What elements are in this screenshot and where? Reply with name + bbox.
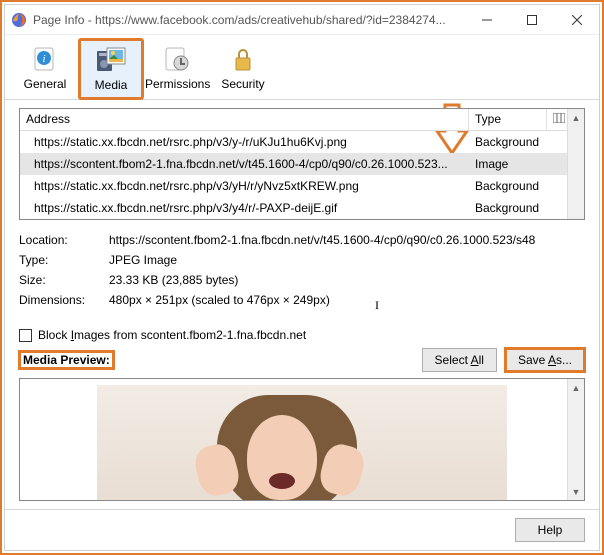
general-icon: i xyxy=(13,43,77,75)
close-button[interactable] xyxy=(554,5,599,35)
firefox-icon xyxy=(11,12,27,28)
tab-media[interactable]: Media xyxy=(79,39,143,99)
type-value: JPEG Image xyxy=(109,253,585,267)
media-table[interactable]: Address Type https://static.xx.fbcdn.net… xyxy=(19,108,585,220)
permissions-icon xyxy=(145,43,209,75)
cell-type: Background xyxy=(469,135,547,149)
dimensions-label: Dimensions: xyxy=(19,293,109,307)
preview-scrollbar[interactable]: ▲ ▼ xyxy=(567,379,584,500)
security-lock-icon xyxy=(211,43,275,75)
tab-general[interactable]: i General xyxy=(13,39,77,99)
table-row[interactable]: https://static.xx.fbcdn.net/rsrc.php/v3/… xyxy=(20,175,567,197)
svg-text:i: i xyxy=(42,53,45,65)
location-value: https://scontent.fbom2-1.fna.fbcdn.net/v… xyxy=(109,233,585,247)
window-title: Page Info - https://www.facebook.com/ads… xyxy=(33,13,464,27)
help-button[interactable]: Help xyxy=(515,518,585,542)
titlebar[interactable]: Page Info - https://www.facebook.com/ads… xyxy=(5,5,599,35)
dialog-footer: Help xyxy=(5,509,599,550)
table-scrollbar[interactable]: ▲ xyxy=(567,109,584,219)
location-label: Location: xyxy=(19,233,109,247)
scroll-down-icon[interactable]: ▼ xyxy=(568,483,584,500)
tab-permissions[interactable]: Permissions xyxy=(145,39,209,99)
tab-toolbar: i General Media xyxy=(5,35,599,100)
type-label: Type: xyxy=(19,253,109,267)
cell-address: https://scontent.fbom2-1.fna.fbcdn.net/v… xyxy=(20,157,469,171)
preview-image xyxy=(97,385,507,501)
select-all-button[interactable]: Select All xyxy=(422,348,497,372)
media-preview-label: Media Preview: xyxy=(19,351,114,369)
column-picker-icon[interactable] xyxy=(547,109,567,130)
media-preview-pane[interactable]: ▲ ▼ xyxy=(19,378,585,501)
size-label: Size: xyxy=(19,273,109,287)
dimensions-value: 480px × 251px (scaled to 476px × 249px) xyxy=(109,293,585,307)
cell-type: Image xyxy=(469,157,547,171)
block-images-label[interactable]: Block Images from scontent.fbom2-1.fna.f… xyxy=(38,328,306,342)
cell-address: https://static.xx.fbcdn.net/rsrc.php/v3/… xyxy=(20,135,469,149)
table-row[interactable]: https://static.xx.fbcdn.net/rsrc.php/v3/… xyxy=(20,197,567,219)
cell-type: Background xyxy=(469,201,547,215)
size-value: 23.33 KB (23,885 bytes) xyxy=(109,273,585,287)
table-row[interactable]: https://static.xx.fbcdn.net/rsrc.php/v3/… xyxy=(20,131,567,153)
media-icon xyxy=(80,44,142,76)
save-as-button[interactable]: Save As... xyxy=(505,348,585,372)
scroll-up-icon[interactable]: ▲ xyxy=(568,379,584,396)
scroll-up-icon[interactable]: ▲ xyxy=(568,109,584,126)
maximize-button[interactable] xyxy=(509,5,554,35)
col-header-type[interactable]: Type xyxy=(469,109,547,130)
cell-address: https://static.xx.fbcdn.net/rsrc.php/v3/… xyxy=(20,179,469,193)
col-header-address[interactable]: Address xyxy=(20,109,469,130)
table-row[interactable]: https://scontent.fbom2-1.fna.fbcdn.net/v… xyxy=(20,153,567,175)
media-details: Location:https://scontent.fbom2-1.fna.fb… xyxy=(19,230,585,310)
block-images-checkbox[interactable] xyxy=(19,329,32,342)
cell-type: Background xyxy=(469,179,547,193)
cell-address: https://static.xx.fbcdn.net/rsrc.php/v3/… xyxy=(20,201,469,215)
minimize-button[interactable] xyxy=(464,5,509,35)
page-info-window: I Page Info - https://www.facebook.com/a… xyxy=(4,4,600,551)
tab-security[interactable]: Security xyxy=(211,39,275,99)
